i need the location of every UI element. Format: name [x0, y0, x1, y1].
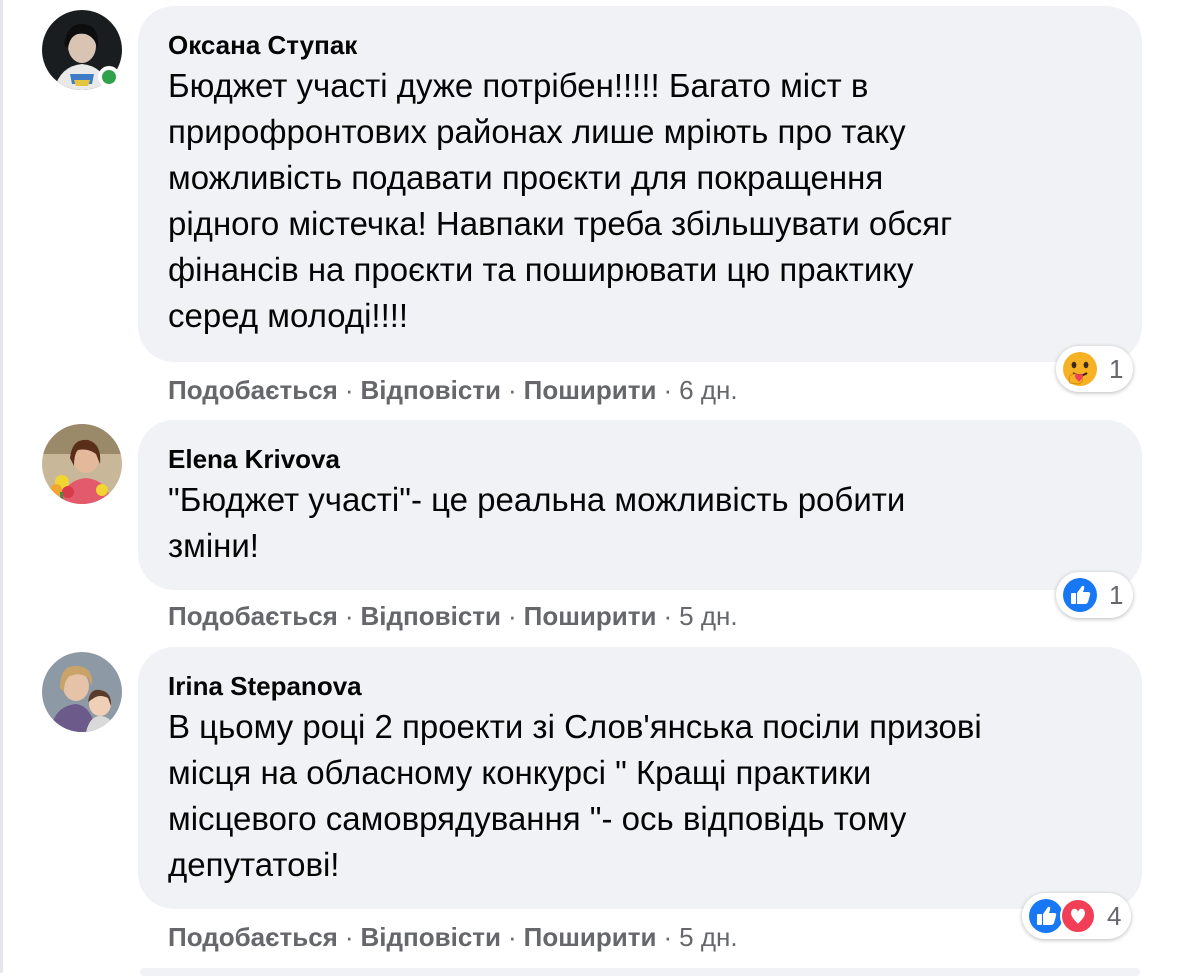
comment-text-line: прирофронтових районах лише мріють про т…	[168, 113, 906, 150]
care-icon	[1061, 350, 1099, 388]
comment-actions: Подобається · Відповісти · Поширити · 5 дн.	[168, 922, 738, 952]
separator: ·	[663, 601, 673, 631]
separator: ·	[663, 922, 673, 952]
next-comment-bubble-edge	[140, 968, 1140, 976]
avatar[interactable]	[42, 424, 122, 504]
comment-author[interactable]: Оксана Ступак	[168, 30, 1112, 60]
separator: ·	[344, 375, 354, 405]
reaction-count: 1	[1109, 353, 1124, 384]
comment-text: "Бюджет участі"- це реальна можливість р…	[168, 477, 1112, 569]
separator: ·	[508, 601, 517, 631]
reaction-summary[interactable]: 1	[1056, 572, 1134, 618]
share-link[interactable]: Поширити	[524, 601, 657, 631]
comment-text-line: місцевого самоврядування "- ось відповід…	[168, 800, 907, 837]
reaction-summary[interactable]: 1	[1056, 346, 1134, 392]
comment-text-line: депутатові!	[168, 846, 340, 883]
comment-actions: Подобається · Відповісти · Поширити · 6 дн.	[168, 375, 738, 405]
share-link[interactable]: Поширити	[524, 922, 657, 952]
comment-bubble: Elena Krivova "Бюджет участі"- це реальн…	[138, 420, 1142, 590]
comment-text-line: місця на обласному конкурсі " Кращі прак…	[168, 754, 872, 791]
share-link[interactable]: Поширити	[524, 375, 657, 405]
like-link[interactable]: Подобається	[168, 601, 338, 631]
avatar[interactable]	[42, 652, 122, 732]
comment-bubble: Irina Stepanova В цьому році 2 проекти з…	[138, 647, 1142, 909]
timestamp[interactable]: 5 дн.	[679, 922, 737, 952]
comment-author[interactable]: Elena Krivova	[168, 444, 1112, 474]
reaction-summary[interactable]: 4	[1022, 893, 1132, 939]
comment-text-line: рідного містечка! Навпаки треба збільшув…	[168, 205, 953, 242]
separator: ·	[508, 922, 517, 952]
like-icon	[1061, 576, 1099, 614]
comment-actions: Подобається · Відповісти · Поширити · 5 дн.	[168, 601, 738, 631]
comment-text-line: фінансів на проєкти та поширювати цю пра…	[168, 251, 914, 288]
reply-link[interactable]: Відповісти	[361, 601, 501, 631]
reply-link[interactable]: Відповісти	[361, 922, 501, 952]
left-rail	[0, 0, 3, 973]
comment-text: В цьому році 2 проекти зі Слов'янська по…	[168, 704, 1112, 888]
comment-author[interactable]: Irina Stepanova	[168, 671, 1112, 701]
online-status-dot	[98, 66, 120, 88]
comment-text-line: В цьому році 2 проекти зі Слов'янська по…	[168, 708, 982, 745]
comment-text-line: Бюджет участі дуже потрібен!!!!! Багато …	[168, 67, 869, 104]
timestamp[interactable]: 6 дн.	[679, 375, 737, 405]
comment-bubble: Оксана Ступак Бюджет участі дуже потрібе…	[138, 6, 1142, 362]
reaction-count: 1	[1109, 579, 1124, 610]
comment-text-line: серед молоді!!!!	[168, 297, 409, 334]
comment-text-line: можливість подавати проєкти для покращен…	[168, 159, 884, 196]
comment-text-line: зміни!	[168, 527, 259, 564]
like-link[interactable]: Подобається	[168, 922, 338, 952]
reply-link[interactable]: Відповісти	[361, 375, 501, 405]
comment-text-line: "Бюджет участі"- це реальна можливість р…	[168, 481, 906, 518]
reaction-count: 4	[1107, 900, 1122, 931]
separator: ·	[663, 375, 673, 405]
comment-text: Бюджет участі дуже потрібен!!!!! Багато …	[168, 63, 1112, 339]
love-icon	[1059, 897, 1097, 935]
separator: ·	[344, 601, 354, 631]
timestamp[interactable]: 5 дн.	[679, 601, 737, 631]
like-link[interactable]: Подобається	[168, 375, 338, 405]
separator: ·	[508, 375, 517, 405]
separator: ·	[344, 922, 354, 952]
